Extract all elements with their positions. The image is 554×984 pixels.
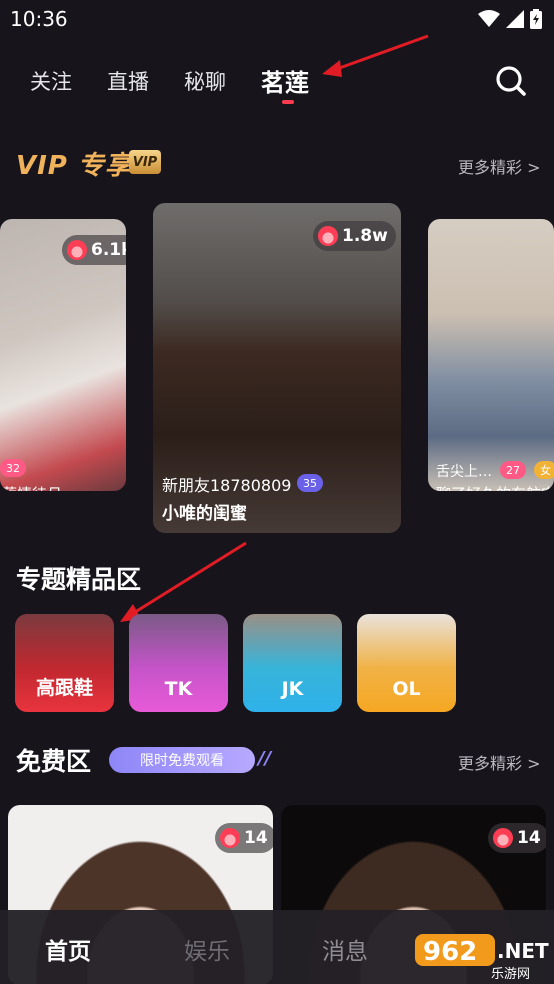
hot-count: 1.8w xyxy=(342,226,388,246)
nav-entertainment[interactable]: 娱乐 xyxy=(184,932,230,966)
nav-home[interactable]: 首页 xyxy=(45,932,91,966)
topic-jk[interactable]: JK xyxy=(243,614,342,712)
watermark-logo: 962 .NET 乐游网 xyxy=(413,932,549,982)
vip-section-title: VIP 专享 xyxy=(16,151,132,181)
topic-label: OL xyxy=(392,678,421,700)
free-limited-badge: 限时免费观看 xyxy=(109,747,255,773)
hot-badge: 1.8w xyxy=(313,221,396,251)
nav-messages[interactable]: 消息 xyxy=(322,932,368,966)
age-tag: 35 xyxy=(297,474,323,492)
flame-icon xyxy=(220,828,240,848)
card-title: 小唯的闺蜜 xyxy=(162,504,247,524)
vip-card-right[interactable]: 舌尖上… 27 女 聊了好久的东航空姐 xyxy=(428,219,554,491)
topic-label: JK xyxy=(281,678,304,700)
card-photo xyxy=(428,219,554,491)
watermark-logo-graphic: 962 .NET 乐游网 xyxy=(415,934,549,982)
age-tag: 32 xyxy=(0,459,26,477)
topic-label: 高跟鞋 xyxy=(35,677,93,699)
topic-section-title: 专题精品区 xyxy=(16,565,142,594)
flame-icon xyxy=(493,828,513,848)
age-tag: 27 xyxy=(500,461,526,479)
hot-badge: 6.1k xyxy=(62,235,126,265)
topic-tk[interactable]: TK xyxy=(129,614,228,712)
hot-count: 14 xyxy=(517,828,541,848)
hot-badge: 14 xyxy=(215,823,273,853)
vip-card-left[interactable]: 6.1k 32 莲情待月 xyxy=(0,219,126,491)
card-username: 舌尖上… xyxy=(436,464,492,480)
vip-card-center[interactable]: 1.8w 新朋友18780809 35 小唯的闺蜜 xyxy=(153,203,401,533)
flame-icon xyxy=(318,226,338,246)
hot-count: 14 xyxy=(244,828,268,848)
topic-ol[interactable]: OL xyxy=(357,614,456,712)
topic-label: TK xyxy=(164,678,193,700)
free-more-link[interactable]: 更多精彩 > xyxy=(458,750,541,774)
card-username: 新朋友18780809 xyxy=(162,476,292,495)
svg-text:962: 962 xyxy=(423,937,477,967)
decorative-slashes: // xyxy=(258,748,272,769)
hot-count: 6.1k xyxy=(91,240,126,260)
flame-icon xyxy=(67,240,87,260)
card-title: 聊了好久的东航空姐 xyxy=(436,483,554,491)
gender-tag: 女 xyxy=(534,461,554,479)
svg-text:乐游网: 乐游网 xyxy=(491,967,530,980)
topic-high-heels[interactable]: 高跟鞋 xyxy=(15,614,114,712)
svg-text:.NET: .NET xyxy=(497,939,549,963)
free-section-title: 免费区 xyxy=(16,747,92,776)
vip-badge: VIP xyxy=(129,150,161,174)
vip-more-link[interactable]: 更多精彩 > xyxy=(458,154,541,178)
hot-badge: 14 xyxy=(488,823,546,853)
card-title: 莲情待月 xyxy=(2,483,62,491)
